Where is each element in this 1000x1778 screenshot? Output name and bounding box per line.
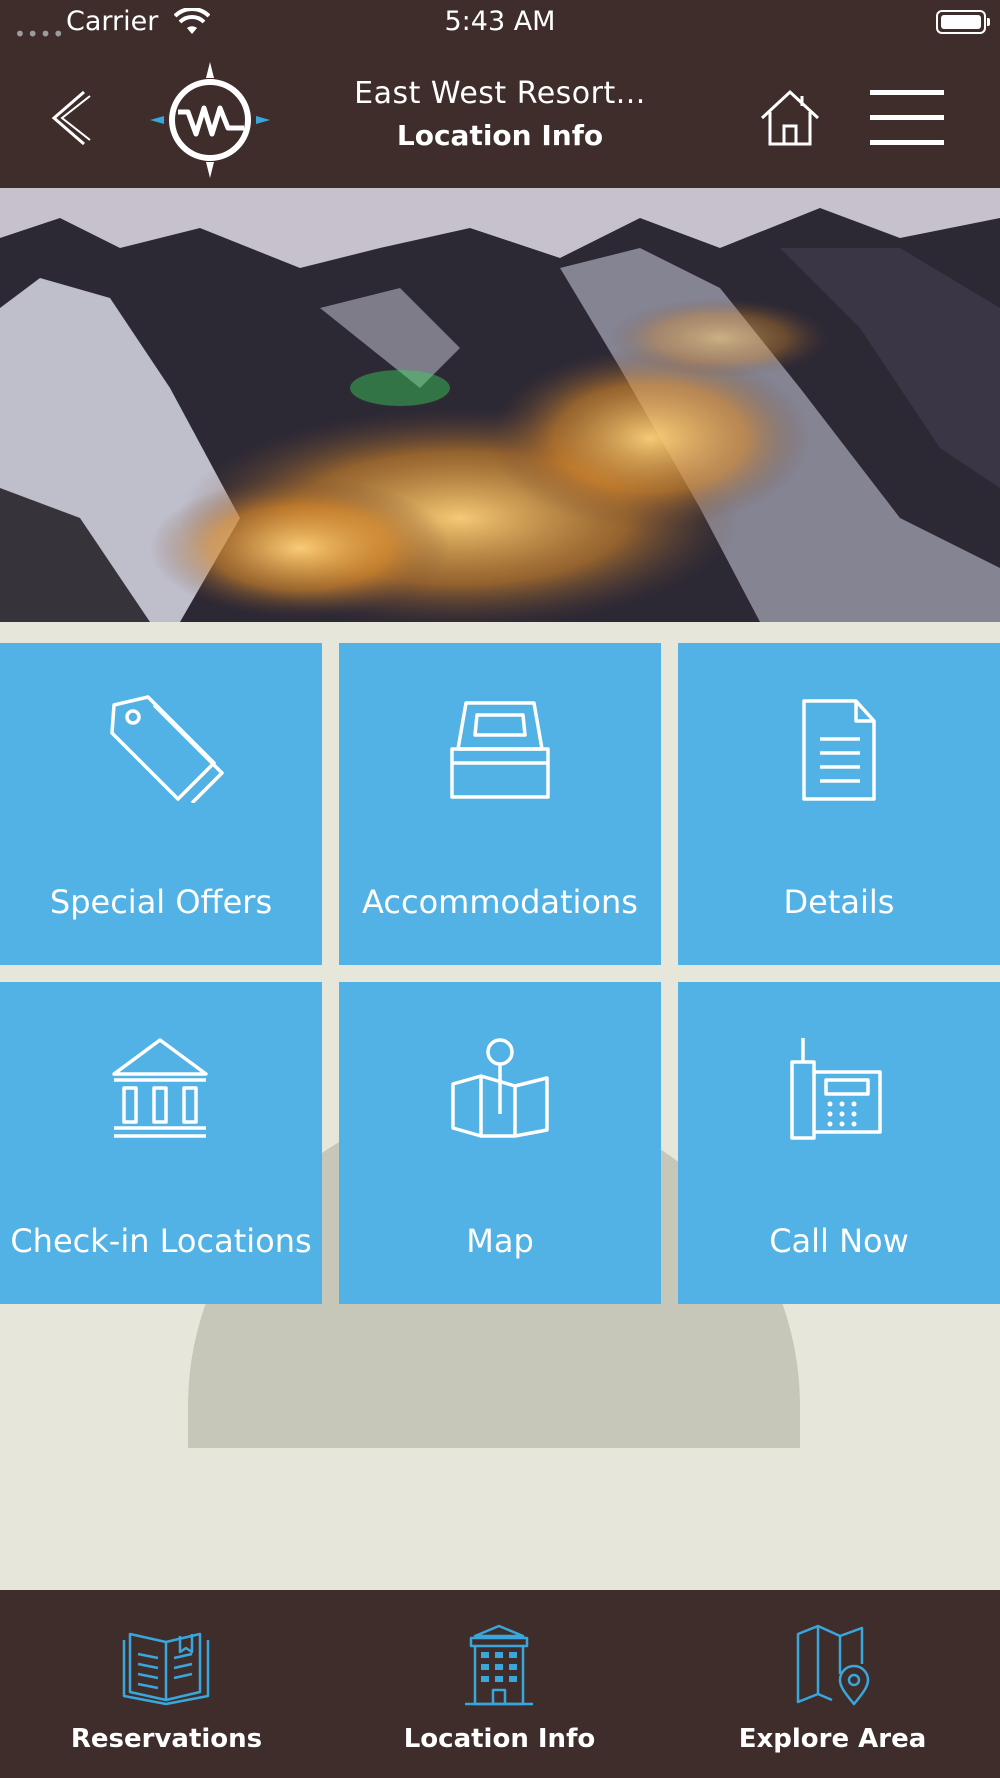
tile-check-in-locations[interactable]: Check-in Locations — [0, 982, 322, 1304]
menu-button[interactable] — [870, 88, 944, 148]
tile-label: Map — [466, 1222, 534, 1260]
building-columns-icon — [112, 1038, 208, 1138]
tab-location-info[interactable]: Location Info — [333, 1590, 666, 1778]
map-location-icon — [796, 1624, 870, 1706]
tile-label: Check-in Locations — [10, 1222, 312, 1260]
tile-call-now[interactable]: Call Now — [678, 982, 1000, 1304]
home-icon — [760, 89, 820, 146]
tab-label: Reservations — [70, 1724, 263, 1754]
tile-label: Call Now — [769, 1222, 909, 1260]
page-title: East West Resort... — [354, 76, 646, 111]
tab-label: Explore Area — [738, 1724, 927, 1754]
tile-label: Details — [783, 883, 895, 921]
tile-map[interactable]: Map — [339, 982, 661, 1304]
map-pin-icon — [451, 1038, 549, 1138]
ski-village-night-image — [0, 188, 1000, 622]
chevron-left-icon — [51, 90, 91, 146]
menu-line — [870, 90, 944, 95]
hotel-building-icon — [465, 1624, 533, 1706]
open-book-icon — [122, 1632, 210, 1706]
menu-line — [870, 140, 944, 145]
bed-icon — [450, 701, 550, 799]
tile-details[interactable]: Details — [678, 643, 1000, 965]
clock: 5:43 AM — [444, 6, 556, 37]
battery-icon — [936, 10, 990, 34]
hero-image — [0, 188, 1000, 622]
tile-special-offers[interactable]: Special Offers — [0, 643, 322, 965]
phone-icon — [790, 1038, 882, 1140]
nav-header: East West Resort... Location Info — [0, 48, 1000, 188]
menu-line — [870, 115, 944, 120]
bottom-tab-bar: Reservations Location Info Explore Area — [0, 1590, 1000, 1778]
header-title-block: East West Resort... Location Info — [300, 76, 700, 152]
tag-icon — [110, 695, 224, 803]
tile-label: Accommodations — [362, 883, 638, 921]
tab-reservations[interactable]: Reservations — [0, 1590, 333, 1778]
tile-label: Special Offers — [49, 883, 273, 921]
tile-accommodations[interactable]: Accommodations — [339, 643, 661, 965]
page-subtitle: Location Info — [396, 119, 604, 152]
resort-logo-icon — [150, 62, 270, 178]
document-icon — [802, 699, 876, 801]
home-button[interactable] — [758, 88, 822, 148]
back-button[interactable] — [44, 86, 104, 150]
status-bar: •••• Carrier 5:43 AM — [0, 0, 1000, 48]
tab-label: Location Info — [403, 1724, 596, 1754]
tab-explore-area[interactable]: Explore Area — [666, 1590, 999, 1778]
